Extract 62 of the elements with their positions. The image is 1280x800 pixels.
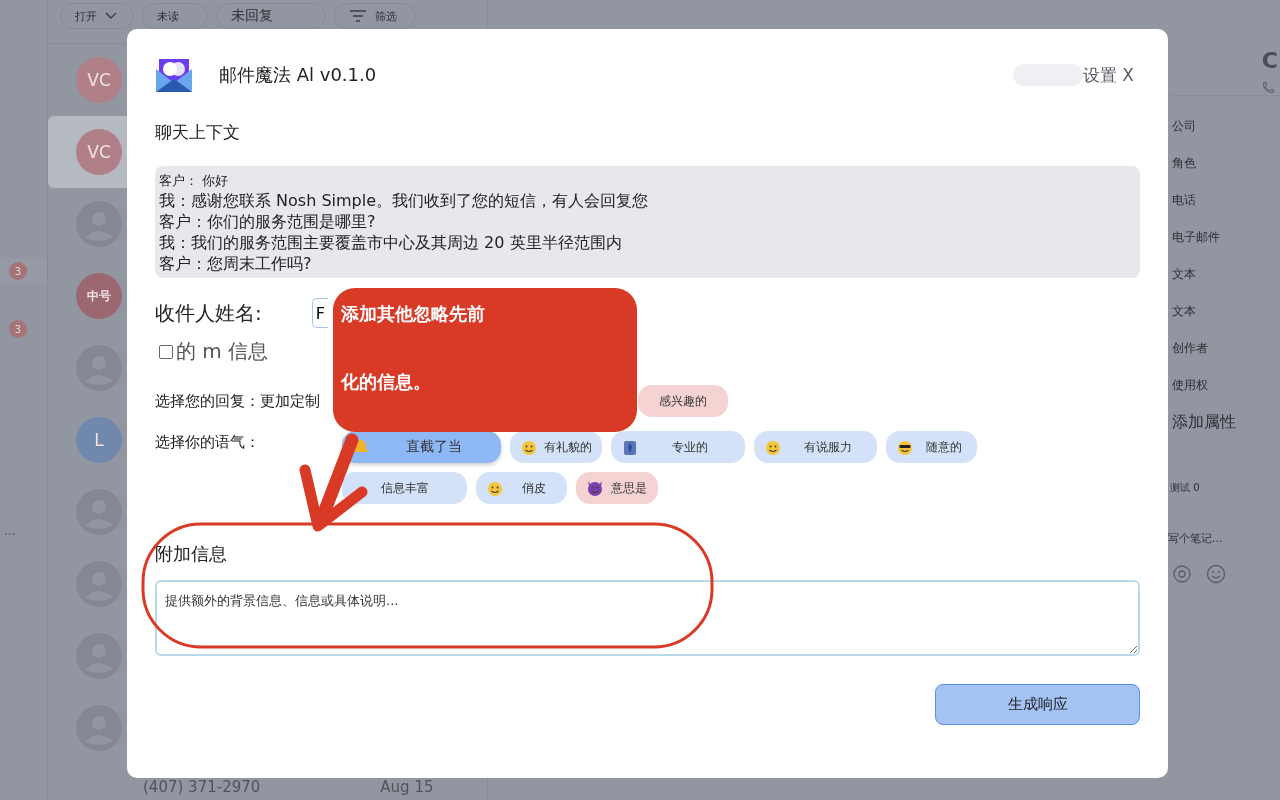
contact-header-title: C [1261,48,1278,73]
add-property-link[interactable]: 添加属性 [1172,404,1280,441]
smiley-icon [764,438,782,456]
sunglasses-smiley-icon [896,438,914,456]
property-label: 电话 [1172,192,1197,209]
property-label: 创作者 [1172,340,1209,357]
generate-response-button[interactable]: 生成响应 [935,684,1140,725]
recipient-name-field[interactable]: F [311,298,328,328]
smiley-icon [486,479,504,497]
tone-option-chip[interactable]: 意思是 [576,472,658,504]
necktie-icon [621,438,639,456]
chat-line: 客户：你们的服务范围是哪里? [159,211,377,232]
chat-line: 我：我们的服务范围主要覆盖市中心及其周边 20 英里半径范围内 [159,232,623,253]
tone-option-chip[interactable]: 专业的 [611,431,745,463]
property-label: 文本 [1172,266,1197,283]
contact-phone: (407) 371-2970 [143,778,261,796]
note-placeholder[interactable]: 写个笔记... [1168,531,1280,546]
avatar: VC [76,129,122,175]
filter-button[interactable]: 未回复 [216,3,326,29]
tone-option-chip[interactable]: 俏皮 [476,472,567,504]
property-label: 文本 [1172,303,1197,320]
devil-icon [586,479,604,497]
filter-button[interactable]: 未读 [142,3,208,29]
reply-option-chip[interactable]: 感兴趣的 [638,385,728,417]
field-label: 选择您的回复：更加定制 [155,391,320,411]
counter-text: 测试 0 [1170,481,1201,495]
chat-line: 客户： 你好 [159,172,230,190]
smiley-icon [520,438,538,456]
additional-info-field[interactable]: 提供额外的背景信息、信息或具体说明... [155,580,1140,656]
smiley-icon[interactable] [1206,564,1226,584]
checkbox-label: 的 m 信息 [176,338,269,365]
property-label: 使用权 [1172,377,1209,394]
section-title: 聊天上下文 [155,121,241,144]
contact-date: Aug 15 [380,778,434,796]
tone-option-chip[interactable]: 信息丰富 [342,472,467,504]
filter-button[interactable]: 筛选 [334,3,416,29]
tone-option-chip[interactable]: 有礼貌的 [510,431,602,463]
callout-text: 化的信息。 [341,370,432,394]
filter-icon [349,10,367,22]
chat-line: 客户：您周末工作吗? [159,253,313,274]
avatar: VC [76,57,122,103]
contact-row[interactable]: 中号 [48,260,127,332]
tone-option-chip[interactable]: 有说服力 [754,431,877,463]
property-label: 公司 [1172,118,1197,135]
chevron-down-icon [105,12,117,20]
callout-text: 添加其他忽略先前 [341,302,486,326]
avatar: L [76,417,122,463]
field-label: 选择你的语气： [155,432,261,453]
filter-button[interactable]: 打开 [60,3,134,29]
section-title: 附加信息 [155,542,228,566]
envelope-logo-icon [155,57,193,93]
tone-option-chip[interactable]: 随意的 [886,431,977,463]
unread-count-badge: 3 [9,320,27,338]
property-label: 电子邮件 [1172,229,1221,246]
dialog-title: 邮件魔法 Al v0.1.0 [219,63,377,87]
property-label: 角色 [1172,155,1197,172]
field-label: 收件人姓名: [155,299,262,327]
avatar: 中号 [76,273,122,319]
settings-close-link[interactable]: 设置 X [1082,63,1134,87]
checkbox[interactable] [159,344,173,359]
unread-count-badge: 3 [9,262,27,280]
chat-line: 我：感谢您联系 Nosh Simple。我们收到了您的短信，有人会回复您 [159,190,650,211]
